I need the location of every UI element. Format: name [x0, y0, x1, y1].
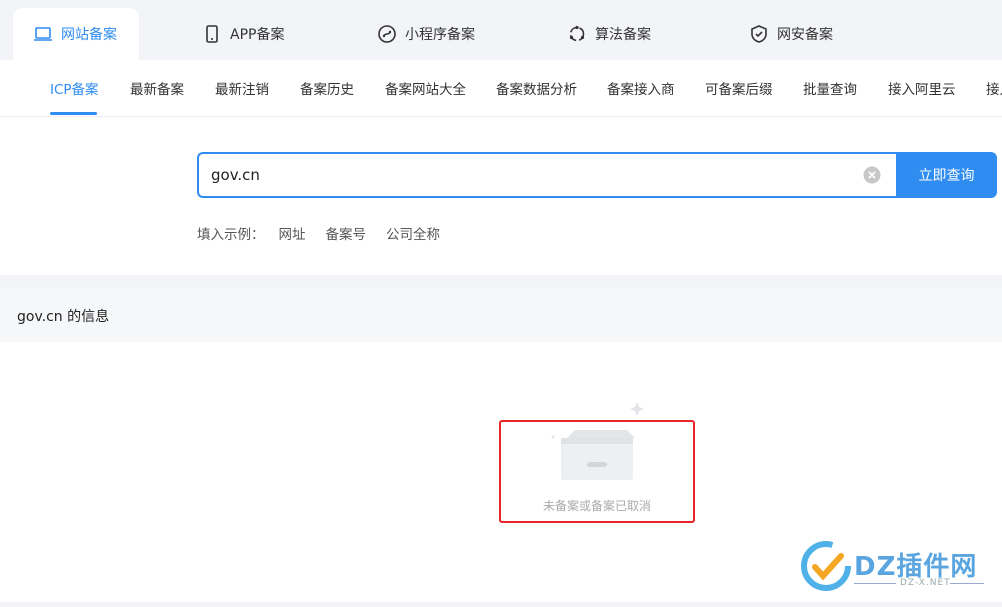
- tab-algorithm-filing[interactable]: 算法备案: [567, 8, 651, 60]
- watermark-divider-right: [950, 583, 984, 584]
- subnav-item-directory[interactable]: 备案网站大全: [385, 78, 466, 98]
- shield-icon: [751, 25, 767, 43]
- search-panel: 立即查询 填入示例： 网址 备案号 公司全称: [0, 117, 1002, 275]
- info-header: gov.cn 的信息: [0, 289, 1002, 342]
- watermark-logo: DZ插件网 DZ-X.NET: [800, 540, 1000, 602]
- algorithm-icon: [569, 25, 585, 42]
- example-filing-number[interactable]: 备案号: [326, 223, 367, 243]
- examples-label: 填入示例：: [197, 227, 265, 243]
- subnav-item-cancelled[interactable]: 最新注销: [215, 78, 269, 98]
- watermark-sub: DZ-X.NET: [900, 578, 951, 588]
- search-button[interactable]: 立即查询: [896, 152, 997, 198]
- search-examples: 填入示例： 网址 备案号 公司全称: [197, 223, 460, 243]
- info-title: gov.cn 的信息: [17, 309, 110, 325]
- search-box: [197, 152, 897, 198]
- subnav-item-analysis[interactable]: 备案数据分析: [496, 78, 577, 98]
- subnav-item-providers[interactable]: 备案接入商: [607, 78, 675, 98]
- tab-website-filing[interactable]: 网站备案: [13, 8, 139, 60]
- watermark-divider-left: [854, 583, 896, 584]
- empty-state-text: 未备案或备案已取消: [542, 499, 651, 513]
- watermark-check-icon: [801, 541, 851, 591]
- subnav-item-suffixes[interactable]: 可备案后缀: [705, 78, 773, 98]
- tab-label: 网站备案: [61, 27, 117, 43]
- subnav-item-batch[interactable]: 批量查询: [803, 78, 857, 98]
- tab-miniprogram-filing[interactable]: 小程序备案: [377, 8, 475, 60]
- subnav-item-latest[interactable]: 最新备案: [130, 78, 184, 98]
- tab-label: 小程序备案: [405, 27, 475, 43]
- category-tabs: 网站备案 APP备案 小程序备案 算法备案 网安备案: [0, 0, 1002, 60]
- subnav-item-history[interactable]: 备案历史: [300, 78, 354, 98]
- miniprogram-icon: [378, 25, 396, 43]
- sub-navigation: ICP备案 最新备案 最新注销 备案历史 备案网站大全 备案数据分析 备案接入商…: [0, 60, 1002, 117]
- example-company-name[interactable]: 公司全称: [386, 223, 440, 243]
- subnav-item-aliyun[interactable]: 接入阿里云: [888, 78, 956, 98]
- clear-icon[interactable]: [863, 166, 881, 184]
- laptop-icon: [34, 27, 52, 41]
- subnav-item-icp[interactable]: ICP备案: [50, 78, 99, 98]
- search-input[interactable]: [211, 154, 851, 196]
- tab-label: 算法备案: [595, 27, 651, 43]
- tab-app-filing[interactable]: APP备案: [202, 8, 284, 60]
- example-url[interactable]: 网址: [279, 223, 306, 243]
- tab-security-filing[interactable]: 网安备案: [749, 8, 833, 60]
- tab-label: 网安备案: [777, 27, 833, 43]
- phone-icon: [206, 25, 218, 43]
- tab-label: APP备案: [230, 27, 285, 43]
- active-tab-indicator: [50, 112, 97, 115]
- subnav-item-more[interactable]: 接入: [986, 78, 1002, 98]
